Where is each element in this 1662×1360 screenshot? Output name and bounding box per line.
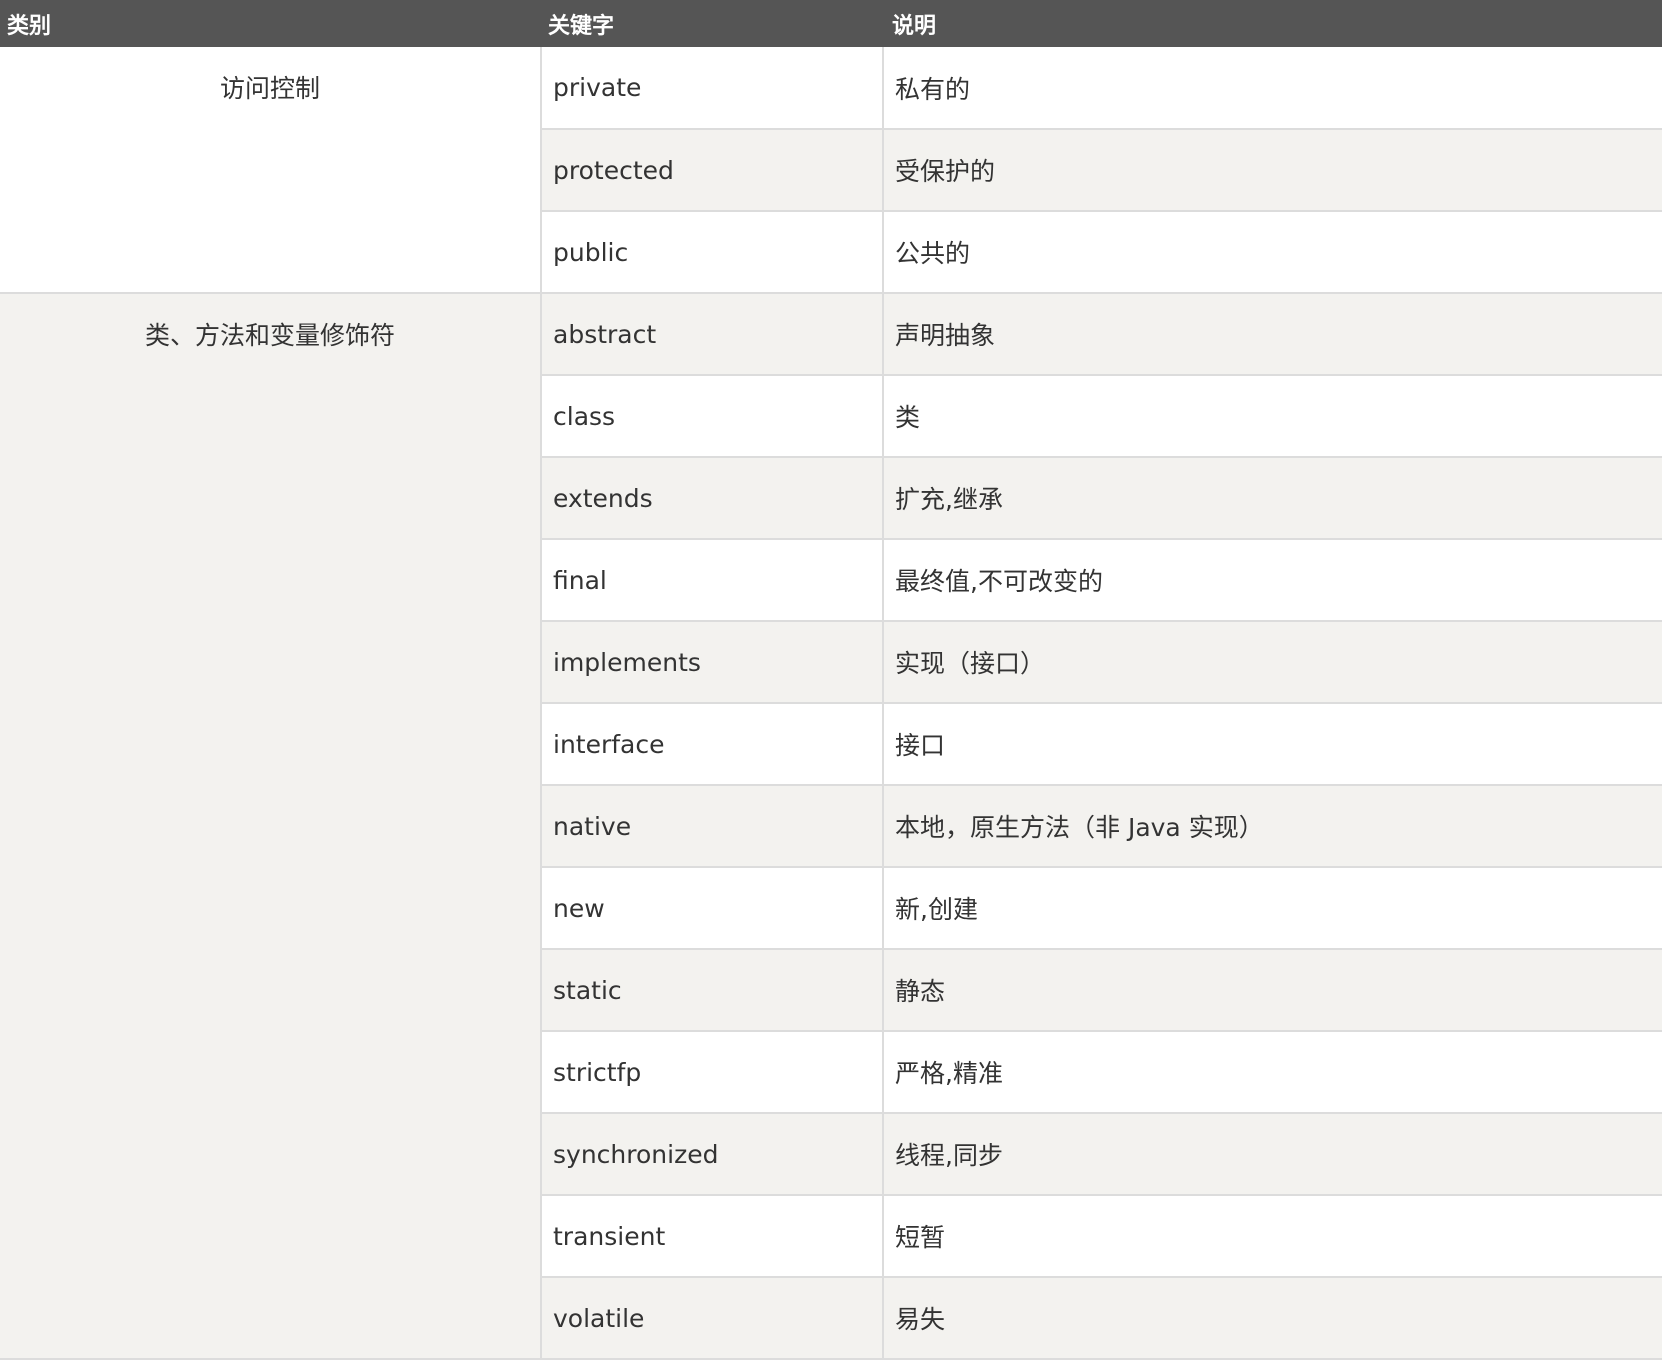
keyword-cell: new bbox=[540, 867, 883, 950]
description-cell: 线程,同步 bbox=[882, 1113, 1662, 1196]
description-cell: 易失 bbox=[882, 1277, 1662, 1360]
description-cell: 最终值,不可改变的 bbox=[882, 539, 1662, 622]
header-row: 类别 关键字 说明 bbox=[0, 0, 1662, 47]
description-cell: 扩充,继承 bbox=[882, 457, 1662, 540]
keyword-cell: static bbox=[540, 949, 883, 1032]
header-description: 说明 bbox=[883, 0, 1662, 47]
keyword-cell: private bbox=[540, 47, 883, 130]
keyword-cell: native bbox=[540, 785, 883, 868]
category-cell-modifiers: 类、方法和变量修饰符 bbox=[0, 293, 541, 1360]
keyword-cell: class bbox=[540, 375, 883, 458]
keyword-cell: abstract bbox=[540, 293, 883, 376]
description-cell: 本地，原生方法（非 Java 实现） bbox=[882, 785, 1662, 868]
description-cell: 静态 bbox=[882, 949, 1662, 1032]
description-cell: 新,创建 bbox=[882, 867, 1662, 950]
description-cell: 接口 bbox=[882, 703, 1662, 786]
category-cell-access-control: 访问控制 bbox=[0, 47, 541, 294]
header-keyword: 关键字 bbox=[541, 0, 883, 47]
description-cell: 声明抽象 bbox=[882, 293, 1662, 376]
header-category: 类别 bbox=[0, 0, 541, 47]
table-body: 访问控制 private 私有的 protected 受保护的 public 公… bbox=[0, 47, 1662, 1360]
description-cell: 类 bbox=[882, 375, 1662, 458]
keyword-cell: extends bbox=[540, 457, 883, 540]
keyword-cell: volatile bbox=[540, 1277, 883, 1360]
keyword-cell: synchronized bbox=[540, 1113, 883, 1196]
keyword-cell: interface bbox=[540, 703, 883, 786]
table-header: 类别 关键字 说明 bbox=[0, 0, 1662, 47]
keyword-cell: transient bbox=[540, 1195, 883, 1278]
description-cell: 受保护的 bbox=[882, 129, 1662, 212]
keyword-cell: strictfp bbox=[540, 1031, 883, 1114]
description-cell: 实现（接口） bbox=[882, 621, 1662, 704]
table-row: 类、方法和变量修饰符 abstract 声明抽象 bbox=[0, 293, 1662, 1360]
keywords-table: 类别 关键字 说明 访问控制 private 私有的 protected 受保护… bbox=[0, 0, 1662, 1360]
description-cell: 短暂 bbox=[882, 1195, 1662, 1278]
description-cell: 严格,精准 bbox=[882, 1031, 1662, 1114]
description-cell: 私有的 bbox=[882, 47, 1662, 130]
keyword-cell: protected bbox=[540, 129, 883, 212]
table-row: 访问控制 private 私有的 bbox=[0, 47, 1662, 294]
keyword-cell: final bbox=[540, 539, 883, 622]
keyword-cell: implements bbox=[540, 621, 883, 704]
keyword-cell: public bbox=[540, 211, 883, 294]
description-cell: 公共的 bbox=[882, 211, 1662, 294]
